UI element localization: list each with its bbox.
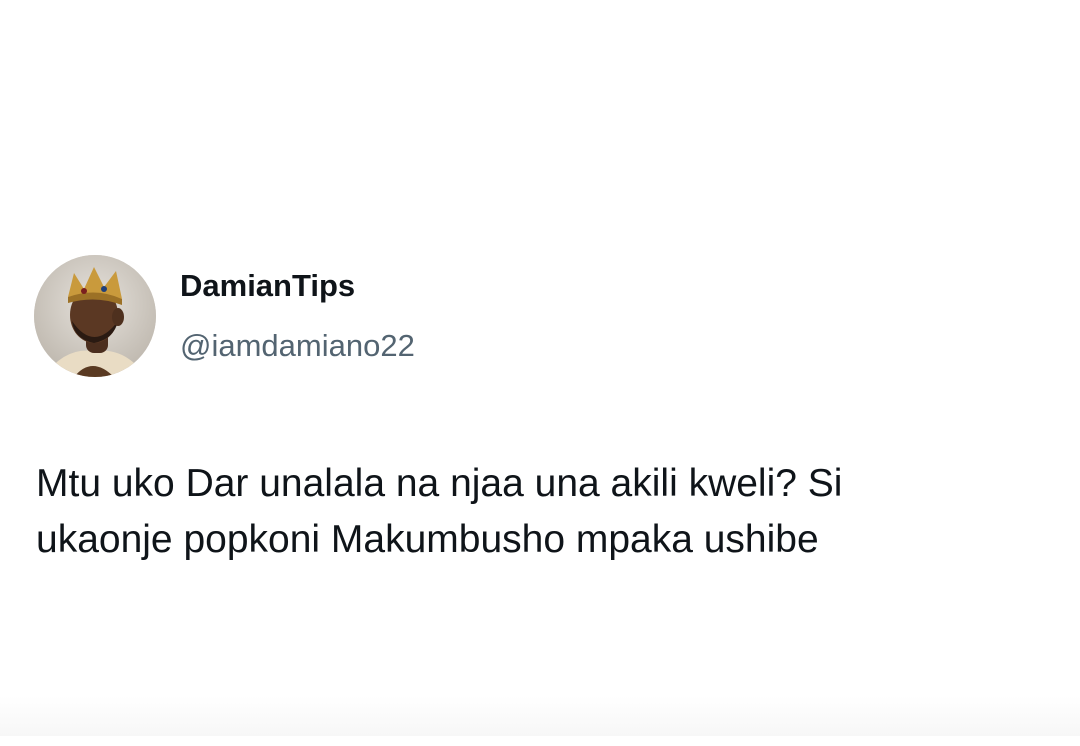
tweet-card: DamianTips @iamdamiano22 Mtu uko Dar una… [0,0,1080,736]
author-display-name[interactable]: DamianTips [180,268,355,304]
tweet-text-line-2: ukaonje popkoni Makumbusho mpaka ushibe [36,518,819,561]
tweet-text-line-1: Mtu uko Dar unalala na njaa una akili kw… [36,462,843,505]
avatar-photo-icon [34,255,156,377]
author-handle[interactable]: @iamdamiano22 [180,328,415,364]
avatar[interactable] [34,255,156,377]
tweet-text: Mtu uko Dar unalala na njaa una akili kw… [36,456,1046,568]
bottom-divider [0,696,1080,736]
